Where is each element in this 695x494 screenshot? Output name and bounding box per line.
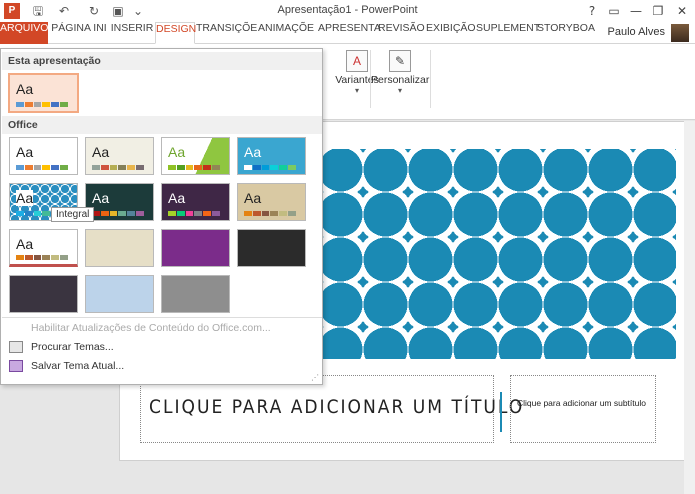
- theme-thumb-dark[interactable]: [237, 229, 306, 267]
- customize-label: Personalizar: [371, 74, 430, 86]
- theme-thumb-plain-beige[interactable]: [85, 229, 154, 267]
- folder-browse-icon: [9, 341, 23, 353]
- help-button[interactable]: ?: [582, 2, 602, 20]
- theme-thumb-facet[interactable]: Aa: [85, 137, 154, 175]
- theme-tooltip: Integral: [51, 207, 95, 222]
- themes-gallery-dropdown: Esta apresentação Aa Office Aa Aa Aa Aa …: [0, 48, 323, 385]
- theme-sample-text: Aa: [16, 236, 34, 252]
- enable-updates-menu-item: Habilitar Atualizações de Conteúdo do Of…: [31, 322, 271, 334]
- close-button[interactable]: ✕: [672, 2, 692, 20]
- theme-sample-text: Aa: [92, 190, 110, 206]
- tab-insert[interactable]: INSERIR: [110, 22, 154, 44]
- tab-file[interactable]: ARQUIVO: [0, 22, 48, 44]
- variants-icon: A: [346, 50, 368, 72]
- tab-storyboarding[interactable]: STORYBOA: [537, 22, 595, 44]
- section-header-office: Office: [2, 116, 322, 134]
- tab-view[interactable]: EXIBIÇÃO: [426, 22, 476, 44]
- slide-title: CLIQUE PARA ADICIONAR UM TÍTULO: [149, 396, 525, 418]
- theme-color-bars: [244, 211, 296, 216]
- theme-color-bars: [244, 165, 296, 170]
- theme-thumb-purple[interactable]: [161, 229, 230, 267]
- user-name[interactable]: Paulo Alves: [608, 26, 665, 38]
- tab-design[interactable]: DESIGN: [155, 22, 196, 44]
- tab-addins[interactable]: SUPLEMENT: [476, 22, 540, 44]
- theme-color-bars: [16, 255, 68, 260]
- browse-themes-menu-item[interactable]: Procurar Temas...: [31, 341, 114, 353]
- theme-color-bars: [16, 165, 68, 170]
- tab-slideshow[interactable]: APRESENTA: [318, 22, 381, 44]
- resize-grip-icon[interactable]: ⋰: [311, 373, 319, 382]
- theme-thumb-organic[interactable]: Aa: [237, 137, 306, 175]
- tab-transitions[interactable]: TRANSIÇÕE: [196, 22, 257, 44]
- theme-sample-text: Aa: [16, 190, 34, 206]
- theme-color-bars: [168, 165, 220, 170]
- menu-divider: [2, 317, 322, 318]
- ribbon-divider: [430, 50, 431, 108]
- avatar[interactable]: [671, 24, 689, 42]
- title-bar: P 🖫 ↶ ↻ ▣ ⌄ Apresentação1 - PowerPoint ?…: [0, 0, 695, 22]
- slide-subtitle: Clique para adicionar um subtítulo: [517, 398, 646, 408]
- ribbon-display-options-icon[interactable]: ▭: [604, 2, 624, 20]
- theme-sample-text: Aa: [92, 144, 110, 160]
- theme-sample-text: Aa: [168, 190, 186, 206]
- section-header-this-presentation: Esta apresentação: [2, 52, 322, 70]
- minimize-button[interactable]: —: [626, 2, 646, 20]
- tab-review[interactable]: REVISÃO: [378, 22, 425, 44]
- tab-animations[interactable]: ANIMAÇÕE: [256, 22, 316, 44]
- theme-sample-text: Aa: [168, 144, 186, 160]
- maximize-button[interactable]: ❐: [648, 2, 668, 20]
- theme-sample-text: Aa: [244, 190, 262, 206]
- theme-thumb-current[interactable]: Aa: [8, 73, 79, 113]
- theme-thumb-ion-boardroom[interactable]: Aa: [85, 183, 154, 221]
- save-theme-icon: [9, 360, 23, 372]
- theme-color-bars: [92, 165, 144, 170]
- theme-thumb-slice[interactable]: Aa: [161, 183, 230, 221]
- customize-icon: ✎: [389, 50, 411, 72]
- tab-home[interactable]: PÁGINA INI: [50, 22, 108, 44]
- customize-button[interactable]: ✎ Personalizar ▾: [371, 46, 429, 106]
- theme-color-bars: [92, 211, 144, 216]
- theme-thumb-dark-gradient[interactable]: [9, 275, 78, 313]
- theme-thumb-retrospect[interactable]: Aa: [9, 229, 78, 267]
- save-current-theme-menu-item[interactable]: Salvar Tema Atual...: [31, 360, 124, 372]
- theme-thumb-ion[interactable]: Aa: [161, 137, 230, 175]
- chevron-down-icon: ▾: [397, 86, 402, 95]
- vertical-scrollbar[interactable]: [684, 121, 695, 494]
- subtitle-placeholder[interactable]: Clique para adicionar um subtítulo: [510, 375, 656, 443]
- theme-color-bars: [168, 211, 220, 216]
- theme-sample-text: Aa: [244, 144, 262, 160]
- title-placeholder[interactable]: CLIQUE PARA ADICIONAR UM TÍTULO: [140, 375, 522, 443]
- theme-sample-text: Aa: [16, 144, 34, 160]
- theme-thumb-wisp[interactable]: Aa: [237, 183, 306, 221]
- ribbon-tabs: ARQUIVO PÁGINA INI INSERIR DESIGN TRANSI…: [0, 22, 695, 44]
- theme-thumb-light-blue[interactable]: [85, 275, 154, 313]
- theme-color-bars: [16, 102, 68, 107]
- theme-thumb-office[interactable]: Aa: [9, 137, 78, 175]
- theme-thumb-gray[interactable]: [161, 275, 230, 313]
- theme-sample-text: Aa: [16, 81, 34, 97]
- accent-line: [500, 392, 502, 432]
